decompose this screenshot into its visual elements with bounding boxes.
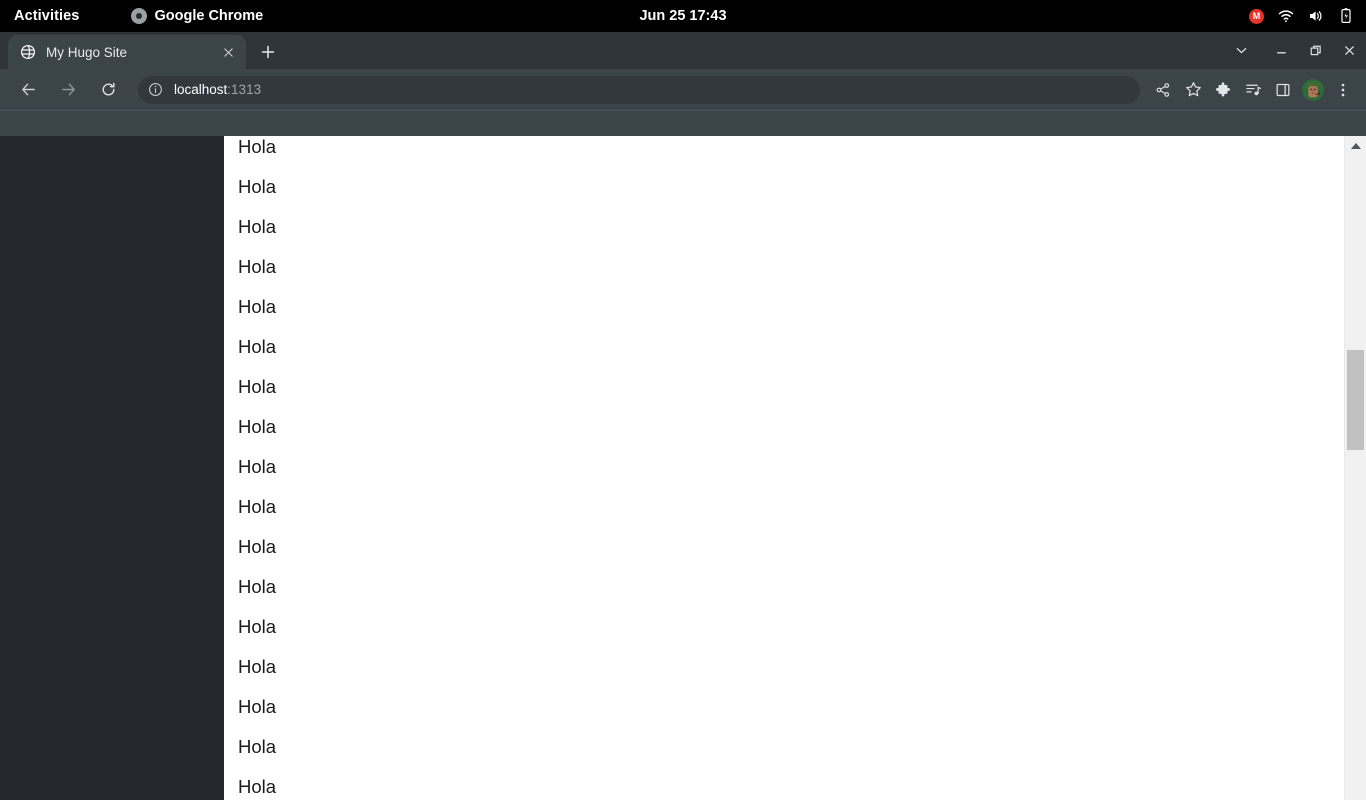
chrome-icon <box>131 8 148 24</box>
side-panel-icon[interactable] <box>1268 75 1298 105</box>
address-bar-text: localhost:1313 <box>174 82 261 97</box>
clock[interactable]: Jun 25 17:43 <box>639 8 726 24</box>
hola-line: Hola <box>238 136 277 157</box>
hola-line: Hola <box>238 456 277 477</box>
hola-line: Hola <box>238 776 277 797</box>
url-host: localhost <box>174 82 228 97</box>
media-control-icon[interactable] <box>1238 75 1268 105</box>
maximize-restore-button[interactable] <box>1298 32 1332 69</box>
tab-search-chevron-down-icon[interactable] <box>1224 32 1258 69</box>
page-content: Hola Hola Hola Hola Hola Hola Hola Hola Hola Hola… <box>224 136 1344 800</box>
hola-line: Hola <box>238 696 277 717</box>
profile-avatar[interactable] <box>1302 78 1324 101</box>
browser-toolbar: localhost:1313 <box>0 69 1366 111</box>
page-dark-margin <box>0 136 224 800</box>
toolbar-actions <box>1148 75 1358 105</box>
hola-line: Hola <box>238 736 277 757</box>
gnome-top-bar: Activities Google Chrome Jun 25 17:43 M <box>0 0 1366 32</box>
hola-line: Hola <box>238 536 277 557</box>
page-scrollbar[interactable] <box>1344 136 1366 800</box>
tab-my-hugo-site[interactable]: My Hugo Site <box>8 35 246 69</box>
extensions-puzzle-icon[interactable] <box>1208 75 1238 105</box>
page-viewport: Hola Hola Hola Hola Hola Hola Hola Hola Hola Hola… <box>0 136 1366 800</box>
activities-button[interactable]: Activities <box>14 8 79 24</box>
hola-line: Hola <box>238 176 277 197</box>
active-app-label: Google Chrome <box>154 8 264 24</box>
hola-line: Hola <box>238 416 277 437</box>
forward-button[interactable] <box>53 75 83 105</box>
hola-line: Hola <box>238 256 277 277</box>
tab-strip: My Hugo Site <box>0 32 1366 69</box>
url-port: :1313 <box>227 82 262 97</box>
mail-badge-icon[interactable]: M <box>1249 8 1264 24</box>
hola-line: Hola <box>238 656 277 677</box>
tab-title: My Hugo Site <box>46 44 128 60</box>
hola-line: Hola <box>238 576 277 597</box>
hola-line: Hola <box>238 216 277 237</box>
close-tab-icon[interactable] <box>218 42 238 62</box>
address-bar[interactable]: localhost:1313 <box>138 75 1140 104</box>
wifi-icon[interactable] <box>1278 8 1294 24</box>
hola-line: Hola <box>238 296 277 317</box>
site-info-icon[interactable] <box>148 82 164 98</box>
chrome-menu-icon[interactable] <box>1328 75 1358 105</box>
chrome-window: My Hugo Site localhost:1313 Hola Hola Ho… <box>0 32 1366 800</box>
hola-line: Hola <box>238 616 277 637</box>
globe-icon <box>20 44 36 60</box>
share-icon[interactable] <box>1148 75 1178 105</box>
bookmark-star-icon[interactable] <box>1178 75 1208 105</box>
back-button[interactable] <box>13 75 43 105</box>
scroll-up-arrow-icon[interactable] <box>1345 136 1366 156</box>
volume-icon[interactable] <box>1308 8 1324 24</box>
scrollbar-thumb[interactable] <box>1347 350 1364 450</box>
hola-line: Hola <box>238 496 277 517</box>
hola-paragraph-list: Hola Hola Hola Hola Hola Hola Hola Hola Hola Hola… <box>238 136 276 800</box>
system-indicators: M <box>1249 0 1354 32</box>
reload-button[interactable] <box>93 75 123 105</box>
minimize-button[interactable] <box>1264 32 1298 69</box>
hola-line: Hola <box>238 336 277 357</box>
new-tab-button[interactable] <box>254 38 282 66</box>
window-controls <box>1224 32 1366 69</box>
battery-charging-icon[interactable] <box>1338 8 1354 24</box>
active-app-indicator[interactable]: Google Chrome <box>131 8 263 24</box>
close-window-button[interactable] <box>1332 32 1366 69</box>
hola-line: Hola <box>238 376 277 397</box>
